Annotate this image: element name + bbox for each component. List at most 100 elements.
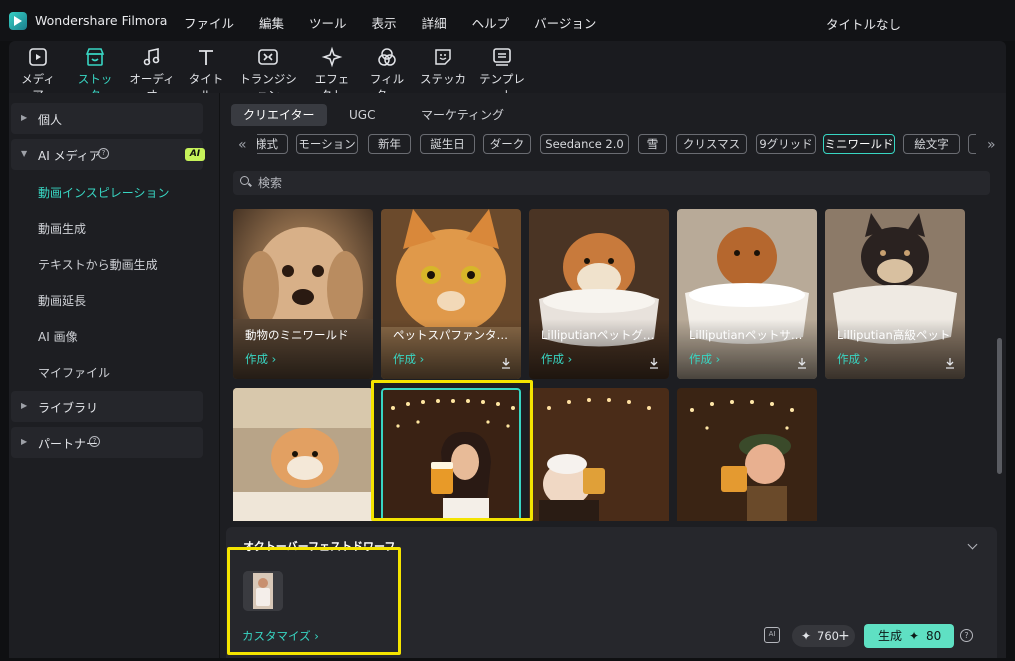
template-card-animal-mini-world[interactable]: 動物のミニワールド 作成 › (233, 209, 373, 379)
sidebar-item-my-files[interactable]: マイファイル (38, 364, 110, 381)
help-icon[interactable]: ? (98, 148, 109, 159)
transition-icon (257, 46, 279, 68)
filter-icon (376, 46, 398, 68)
template-card-lilliputian-pet-service[interactable]: Lilliputianペットサービス 作成 › (677, 209, 817, 379)
card-title: Lilliputianペットグルーミング (541, 328, 659, 342)
template-card-cat-feast[interactable] (233, 388, 373, 521)
template-card-oktoberfest-dwarf[interactable] (381, 388, 521, 521)
template-card-pet-spa-fantasy[interactable]: ペットスパファンタジー 作成 › (381, 209, 521, 379)
tag-seedance[interactable]: Seedance 2.0 (540, 134, 629, 154)
card-create-link[interactable]: 作成 › (837, 351, 868, 367)
credits-value: 760 (817, 629, 839, 643)
sidebar-group-personal[interactable]: ▶ 個人 (11, 103, 203, 134)
ai-image-icon[interactable]: AI (764, 627, 780, 643)
tab-marketing[interactable]: マーケティング (421, 104, 504, 126)
grid-scrollbar[interactable] (997, 338, 1002, 474)
tag-christmas[interactable]: クリスマス (676, 134, 747, 154)
card-thumbnail (383, 390, 519, 521)
customize-link[interactable]: カスタマイズ › (242, 628, 319, 644)
card-create-link[interactable]: 作成 › (393, 351, 424, 367)
download-icon[interactable] (649, 357, 659, 369)
card-title: 動物のミニワールド (245, 328, 349, 342)
menu-file[interactable]: ファイル (184, 13, 234, 32)
tab-ugc[interactable]: UGC (349, 104, 375, 126)
detail-reference-thumbnail[interactable] (243, 571, 283, 611)
sidebar-item-video-generation[interactable]: 動画生成 (38, 220, 86, 237)
title-bar: Wondershare Filmora ファイル 編集 ツール 表示 詳細 ヘル… (0, 0, 1015, 41)
ai-badge: AI (185, 148, 205, 161)
tags-scroll-right-icon[interactable]: » (987, 137, 996, 153)
stock-store-icon (84, 46, 106, 68)
template-card-lilliputian-pet-grooming[interactable]: Lilliputianペットグルーミング 作成 › (529, 209, 669, 379)
sidebar-group-partner[interactable]: ▶ パートナー ? (11, 427, 203, 458)
generate-cost: 80 (926, 629, 942, 643)
sidebar-divider (219, 93, 220, 658)
menu-advanced[interactable]: 詳細 (422, 13, 447, 32)
generate-button[interactable]: 生成 ✦ 80 (864, 624, 954, 648)
caret-right-icon: ▶ (21, 437, 28, 446)
card-thumbnail (529, 388, 669, 521)
template-card-beer-hall[interactable] (529, 388, 669, 521)
caret-right-icon: ▶ (21, 401, 28, 410)
sidebar-item-video-extend[interactable]: 動画延長 (38, 292, 86, 309)
sidebar-item-video-inspiration[interactable]: 動画インスピレーション (38, 184, 170, 201)
tag-birthday[interactable]: 誕生日 (420, 134, 475, 154)
credits-balance[interactable]: ✦ 760 + (792, 625, 855, 647)
sidebar-group-label: AI メディア (38, 149, 101, 163)
download-icon[interactable] (501, 357, 511, 369)
music-note-icon (141, 46, 163, 68)
download-icon[interactable] (945, 357, 955, 369)
sidebar-group-ai-media[interactable]: ▼ AI メディア ? AI (11, 139, 205, 170)
tags-scroll-left-icon[interactable]: « (238, 137, 247, 153)
tab-creator[interactable]: クリエイター (231, 104, 327, 126)
search-icon (240, 176, 249, 185)
menu-tools[interactable]: ツール (309, 13, 347, 32)
menu-view[interactable]: 表示 (372, 13, 397, 32)
sidebar-group-library[interactable]: ▶ ライブラリ (11, 391, 203, 422)
card-thumbnail (677, 388, 817, 521)
generate-label: 生成 (878, 629, 903, 643)
tag-9grid[interactable]: 9グリッド (756, 134, 816, 154)
spark-icon: ✦ (801, 629, 812, 643)
sidebar-item-text-to-video[interactable]: テキストから動画生成 (38, 256, 158, 273)
add-credits-icon: + (838, 628, 850, 644)
menu-version[interactable]: バージョン (534, 13, 596, 32)
help-icon[interactable]: ? (89, 436, 100, 447)
text-title-icon (195, 46, 217, 68)
tag-dark[interactable]: ダーク (483, 134, 531, 154)
reference-image (243, 571, 283, 611)
detail-title: オクトーバーフェストドワーフ (243, 540, 396, 553)
effect-sparkle-icon (321, 46, 343, 68)
menu-edit[interactable]: 編集 (259, 13, 284, 32)
caret-right-icon: ▶ (21, 113, 28, 122)
tag-style[interactable]: 様式 (257, 134, 288, 154)
app-name: Wondershare Filmora (35, 13, 168, 28)
card-title: Lilliputianペットサービス (689, 328, 807, 342)
template-icon (491, 46, 513, 68)
tag-snow[interactable]: 雪 (638, 134, 667, 154)
inspiration-grid: 動物のミニワールド 作成 › ペットスパファンタジー 作成 › Lilliput… (226, 209, 994, 521)
card-create-link[interactable]: 作成 › (689, 351, 720, 367)
filmora-logo-icon (9, 12, 27, 30)
tag-emoji[interactable]: 絵文字 (903, 134, 960, 154)
tag-strip: 様式 モーション 新年 誕生日 ダーク Seedance 2.0 雪 クリスマス… (257, 134, 976, 155)
caret-down-icon: ▼ (21, 149, 28, 158)
tag-motion[interactable]: モーション (296, 134, 358, 154)
tag-new-year[interactable]: 新年 (368, 134, 411, 154)
card-create-link[interactable]: 作成 › (245, 351, 276, 367)
search-bar (233, 171, 990, 195)
sticker-icon (432, 46, 454, 68)
sidebar-item-ai-image[interactable]: AI 画像 (38, 328, 78, 345)
menu-help[interactable]: ヘルプ (472, 13, 510, 32)
menu-bar: ファイル 編集 ツール 表示 詳細 ヘルプ バージョン (184, 13, 621, 32)
card-create-link[interactable]: 作成 › (541, 351, 572, 367)
sidebar-group-label: 個人 (38, 113, 63, 127)
tag-partial[interactable]: | (968, 134, 976, 154)
card-thumbnail (233, 388, 373, 521)
tag-mini-world[interactable]: ミニワールド (823, 134, 895, 154)
template-card-lilliputian-luxury-pet[interactable]: Lilliputian高級ペット 作成 › (825, 209, 965, 379)
search-input[interactable] (258, 174, 958, 192)
template-card-oktoberfest-boy[interactable] (677, 388, 817, 521)
download-icon[interactable] (797, 357, 807, 369)
help-icon[interactable]: ? (960, 629, 973, 642)
